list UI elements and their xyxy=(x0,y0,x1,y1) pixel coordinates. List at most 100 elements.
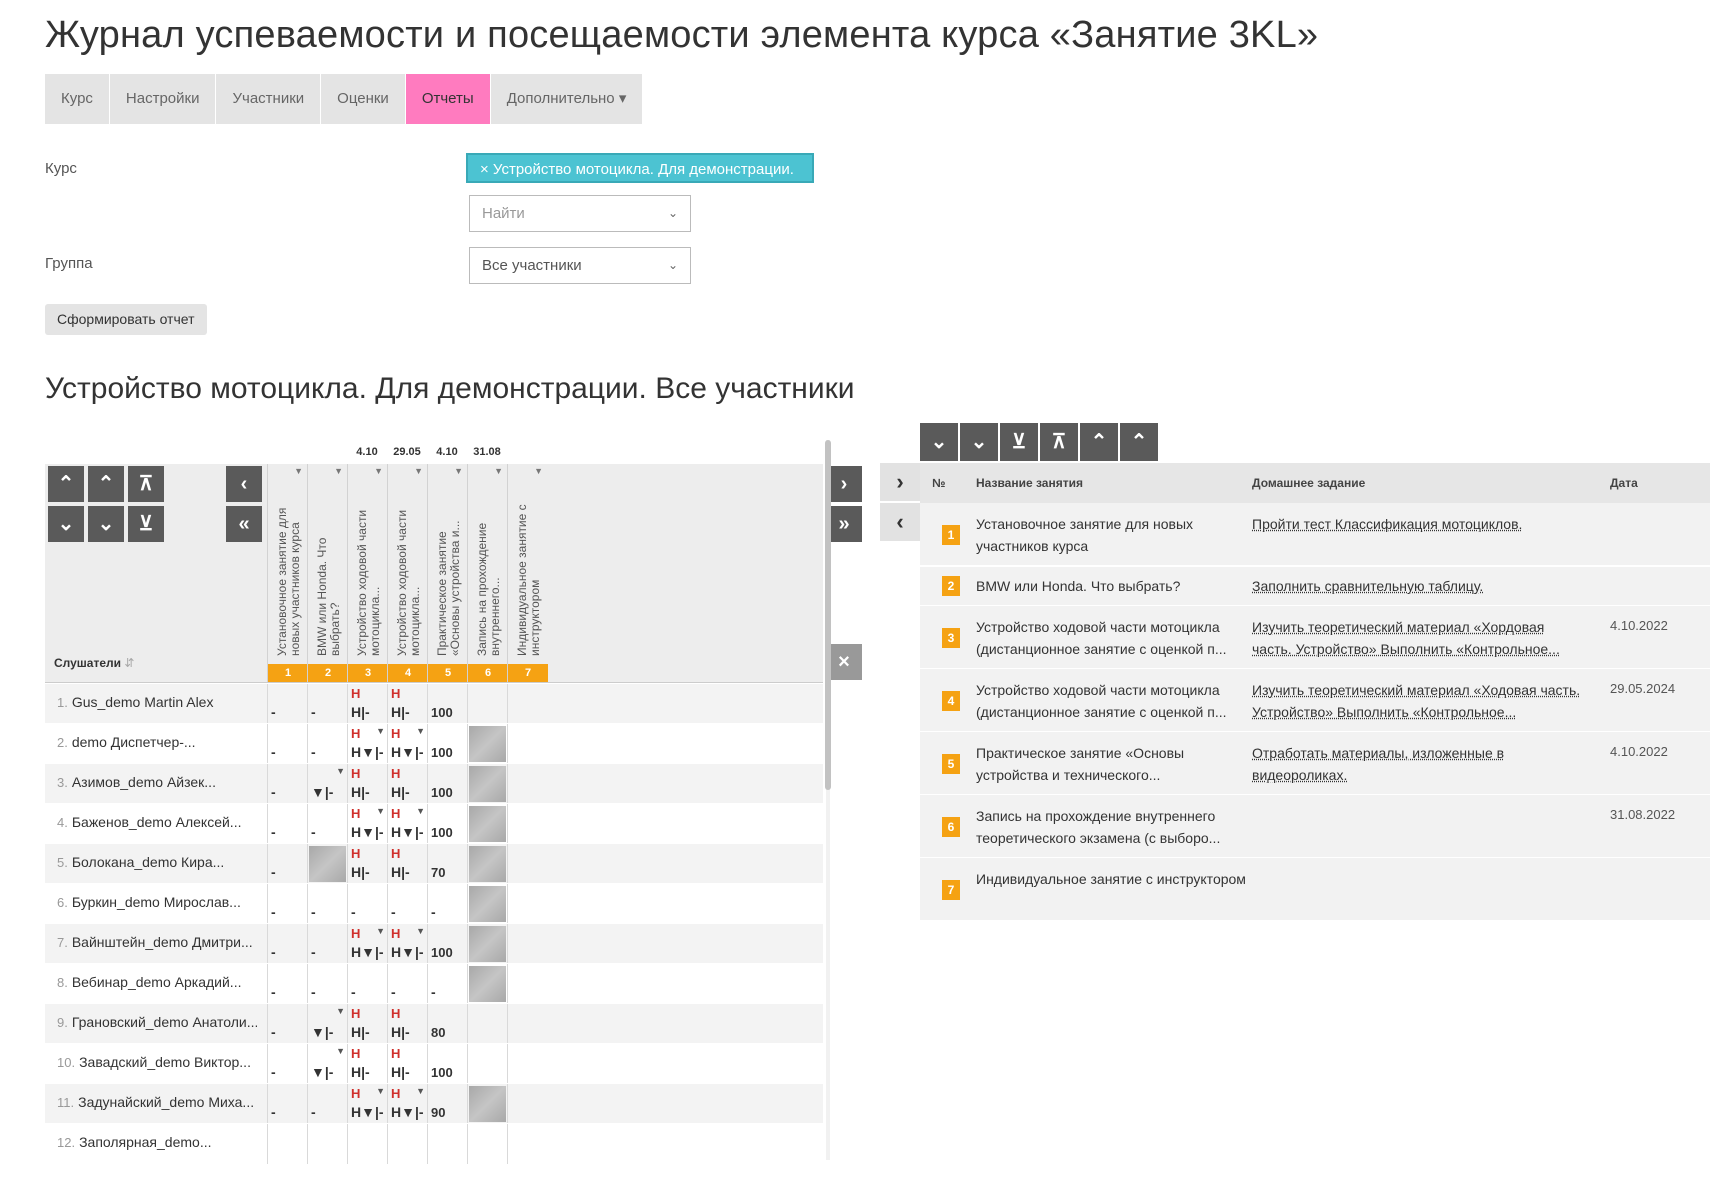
grade-cell[interactable]: Н Н|- xyxy=(347,844,387,884)
grade-cell[interactable] xyxy=(467,764,507,804)
grade-cell[interactable]: 90 xyxy=(427,1084,467,1124)
lessons-page-up-button[interactable]: ⌃ xyxy=(1080,423,1118,461)
grade-cell[interactable] xyxy=(427,1124,467,1164)
scroll-far-left-button[interactable]: « xyxy=(226,506,262,542)
grade-cell[interactable] xyxy=(507,924,547,964)
student-name[interactable]: 11. Задунайский_demo Миха... xyxy=(57,1094,257,1110)
column-header-5[interactable]: ▼ Практическое занятие «Основы устройства… xyxy=(427,464,468,682)
grade-cell[interactable] xyxy=(507,964,547,1004)
page-up-button[interactable]: ⌃ xyxy=(88,466,124,502)
comment-indicator-icon[interactable]: ▼ xyxy=(376,806,385,816)
grade-cell[interactable] xyxy=(347,1124,387,1164)
grade-cell[interactable]: - xyxy=(307,924,347,964)
grade-cell[interactable]: - xyxy=(387,884,427,924)
grade-cell[interactable] xyxy=(307,1124,347,1164)
tab-1[interactable]: Настройки xyxy=(110,74,217,124)
tab-0[interactable]: Курс xyxy=(45,74,110,124)
grade-cell[interactable]: - xyxy=(307,804,347,844)
grade-cell[interactable] xyxy=(507,1124,547,1164)
column-menu-icon[interactable]: ▼ xyxy=(494,466,503,476)
grade-cell[interactable] xyxy=(507,1084,547,1124)
grade-cell[interactable] xyxy=(467,1004,507,1044)
grade-cell[interactable] xyxy=(507,684,547,724)
grade-cell[interactable]: - xyxy=(267,1084,307,1124)
comment-indicator-icon[interactable]: ▼ xyxy=(336,766,345,776)
grade-cell[interactable]: Н ▼ Н▼|- xyxy=(387,724,427,764)
expand-right-button[interactable]: › xyxy=(880,463,920,501)
column-header-6[interactable]: ▼ Запись на прохождение внутреннего... 6 xyxy=(467,464,508,682)
grade-cell[interactable] xyxy=(467,804,507,844)
grade-cell[interactable] xyxy=(467,1124,507,1164)
grade-cell[interactable]: ▼ ▼|- xyxy=(307,1044,347,1084)
student-name[interactable]: 2. demo Диспетчер-... xyxy=(57,734,257,750)
tab-4[interactable]: Отчеты xyxy=(405,74,491,124)
comment-indicator-icon[interactable]: ▼ xyxy=(416,806,425,816)
grade-cell[interactable]: - xyxy=(267,684,307,724)
homework-link[interactable]: Заполнить сравнительную таблицу. xyxy=(1252,575,1587,597)
comment-indicator-icon[interactable]: ▼ xyxy=(416,926,425,936)
grade-cell[interactable]: - xyxy=(307,1084,347,1124)
grade-cell[interactable] xyxy=(507,1004,547,1044)
lessons-scroll-bottom-button[interactable]: ⊻ xyxy=(1000,423,1038,461)
grade-cell[interactable]: - xyxy=(307,724,347,764)
student-name[interactable]: 8. Вебинар_demo Аркадий... xyxy=(57,974,257,990)
homework-link[interactable]: Изучить теоретический материал «Хордовая… xyxy=(1252,616,1587,660)
grade-cell[interactable]: Н Н|- xyxy=(347,764,387,804)
grade-cell[interactable]: 70 xyxy=(427,844,467,884)
grade-cell[interactable] xyxy=(507,804,547,844)
tab-5[interactable]: Дополнительно ▾ xyxy=(491,74,644,124)
column-menu-icon[interactable]: ▼ xyxy=(294,466,303,476)
grade-cell[interactable]: - xyxy=(267,1004,307,1044)
comment-indicator-icon[interactable]: ▼ xyxy=(416,1086,425,1096)
grade-cell[interactable]: Н Н|- xyxy=(387,844,427,884)
grade-cell[interactable]: - xyxy=(427,884,467,924)
grade-cell[interactable] xyxy=(507,884,547,924)
grade-cell[interactable]: 100 xyxy=(427,724,467,764)
expand-left-button[interactable]: ‹ xyxy=(880,503,920,541)
grade-cell[interactable] xyxy=(467,1084,507,1124)
column-header-1[interactable]: ▼ Установочное занятие для новых участник… xyxy=(267,464,308,682)
grade-cell[interactable]: Н ▼ Н▼|- xyxy=(347,724,387,764)
grade-cell[interactable]: Н Н|- xyxy=(387,1044,427,1084)
grade-cell[interactable]: - xyxy=(307,964,347,1004)
column-menu-icon[interactable]: ▼ xyxy=(374,466,383,476)
grade-cell[interactable]: Н Н|- xyxy=(347,684,387,724)
grade-cell[interactable]: - xyxy=(427,964,467,1004)
comment-indicator-icon[interactable]: ▼ xyxy=(376,1086,385,1096)
grade-cell[interactable] xyxy=(467,884,507,924)
column-menu-icon[interactable]: ▼ xyxy=(334,466,343,476)
grade-cell[interactable]: - xyxy=(307,684,347,724)
grade-cell[interactable] xyxy=(507,724,547,764)
grade-cell[interactable]: - xyxy=(267,764,307,804)
grade-cell[interactable]: Н Н|- xyxy=(347,1044,387,1084)
column-menu-icon[interactable]: ▼ xyxy=(454,466,463,476)
grade-cell[interactable]: Н ▼ Н▼|- xyxy=(387,924,427,964)
grade-cell[interactable]: - xyxy=(267,964,307,1004)
grade-cell[interactable]: - xyxy=(307,884,347,924)
grade-cell[interactable]: Н Н|- xyxy=(347,1004,387,1044)
sort-name-icon[interactable]: ⇵ xyxy=(124,656,134,670)
comment-indicator-icon[interactable]: ▼ xyxy=(376,726,385,736)
grade-cell[interactable] xyxy=(387,1124,427,1164)
column-menu-icon[interactable]: ▼ xyxy=(534,466,543,476)
grade-cell[interactable]: Н Н|- xyxy=(387,1004,427,1044)
student-name[interactable]: 12. Заполярная_demo... xyxy=(57,1134,257,1150)
grade-cell[interactable]: Н ▼ Н▼|- xyxy=(387,1084,427,1124)
column-menu-icon[interactable]: ▼ xyxy=(414,466,423,476)
comment-indicator-icon[interactable]: ▼ xyxy=(336,1046,345,1056)
tab-3[interactable]: Оценки xyxy=(321,74,406,124)
scrollbar-thumb[interactable] xyxy=(825,440,831,790)
student-name[interactable]: 10. Завадский_demo Виктор... xyxy=(57,1054,257,1070)
grade-cell[interactable]: - xyxy=(267,724,307,764)
grade-cell[interactable]: 100 xyxy=(427,684,467,724)
student-name[interactable]: 3. Азимов_demo Айзек... xyxy=(57,774,257,790)
scroll-bottom-button[interactable]: ⊻ xyxy=(128,506,164,542)
grade-cell[interactable]: - xyxy=(347,964,387,1004)
course-search-select[interactable]: Найти ⌄ xyxy=(469,195,691,232)
grade-cell[interactable] xyxy=(267,1124,307,1164)
grade-cell[interactable] xyxy=(467,844,507,884)
homework-link[interactable]: Отработать материалы, изложенные в видео… xyxy=(1252,742,1587,786)
grade-cell[interactable] xyxy=(507,764,547,804)
grade-cell[interactable] xyxy=(467,724,507,764)
grade-cell[interactable]: ▼ ▼|- xyxy=(307,1004,347,1044)
